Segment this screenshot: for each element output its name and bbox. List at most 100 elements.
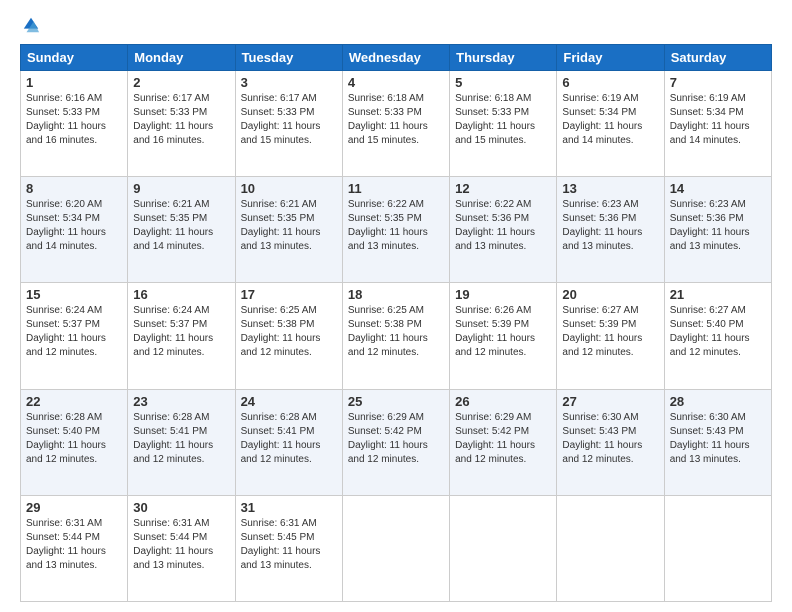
calendar-cell: 25 Sunrise: 6:29 AMSunset: 5:42 PMDayligh… (342, 389, 449, 495)
day-number: 10 (241, 181, 337, 196)
day-number: 4 (348, 75, 444, 90)
day-header-wednesday: Wednesday (342, 45, 449, 71)
logo-icon (22, 16, 40, 34)
day-number: 13 (562, 181, 658, 196)
day-number: 2 (133, 75, 229, 90)
day-info: Sunrise: 6:21 AMSunset: 5:35 PMDaylight:… (241, 198, 337, 254)
header (20, 16, 772, 34)
day-number: 9 (133, 181, 229, 196)
day-number: 26 (455, 394, 551, 409)
calendar-cell: 4 Sunrise: 6:18 AMSunset: 5:33 PMDaylight… (342, 71, 449, 177)
day-info: Sunrise: 6:31 AMSunset: 5:44 PMDaylight:… (133, 517, 229, 573)
day-info: Sunrise: 6:23 AMSunset: 5:36 PMDaylight:… (562, 198, 658, 254)
day-header-tuesday: Tuesday (235, 45, 342, 71)
calendar-cell: 10 Sunrise: 6:21 AMSunset: 5:35 PMDayligh… (235, 177, 342, 283)
calendar-cell: 16 Sunrise: 6:24 AMSunset: 5:37 PMDayligh… (128, 283, 235, 389)
calendar-cell: 11 Sunrise: 6:22 AMSunset: 5:35 PMDayligh… (342, 177, 449, 283)
calendar-cell: 27 Sunrise: 6:30 AMSunset: 5:43 PMDayligh… (557, 389, 664, 495)
calendar-cell: 13 Sunrise: 6:23 AMSunset: 5:36 PMDayligh… (557, 177, 664, 283)
day-number: 19 (455, 287, 551, 302)
day-number: 11 (348, 181, 444, 196)
calendar-cell: 28 Sunrise: 6:30 AMSunset: 5:43 PMDayligh… (664, 389, 771, 495)
day-info: Sunrise: 6:19 AMSunset: 5:34 PMDaylight:… (670, 92, 766, 148)
calendar-cell: 22Sunrise: 6:28 AMSunset: 5:40 PMDayligh… (21, 389, 128, 495)
logo-text (20, 16, 40, 34)
day-info: Sunrise: 6:31 AMSunset: 5:45 PMDaylight:… (241, 517, 337, 573)
calendar-cell (450, 495, 557, 601)
logo (20, 16, 40, 34)
calendar-table: SundayMondayTuesdayWednesdayThursdayFrid… (20, 44, 772, 602)
day-info: Sunrise: 6:18 AMSunset: 5:33 PMDaylight:… (348, 92, 444, 148)
calendar-cell: 24Sunrise: 6:28 AMSunset: 5:41 PMDayligh… (235, 389, 342, 495)
calendar-cell: 3 Sunrise: 6:17 AMSunset: 5:33 PMDaylight… (235, 71, 342, 177)
day-number: 25 (348, 394, 444, 409)
calendar-week-row: 29 Sunrise: 6:31 AMSunset: 5:44 PMDayligh… (21, 495, 772, 601)
calendar-cell: 9 Sunrise: 6:21 AMSunset: 5:35 PMDaylight… (128, 177, 235, 283)
calendar-cell: 18 Sunrise: 6:25 AMSunset: 5:38 PMDayligh… (342, 283, 449, 389)
day-number: 28 (670, 394, 766, 409)
calendar-cell: 30Sunrise: 6:31 AMSunset: 5:44 PMDayligh… (128, 495, 235, 601)
day-number: 5 (455, 75, 551, 90)
day-info: Sunrise: 6:30 AMSunset: 5:43 PMDaylight:… (562, 411, 658, 467)
calendar-cell: 8 Sunrise: 6:20 AMSunset: 5:34 PMDaylight… (21, 177, 128, 283)
calendar-week-row: 15 Sunrise: 6:24 AMSunset: 5:37 PMDayligh… (21, 283, 772, 389)
calendar-cell: 26 Sunrise: 6:29 AMSunset: 5:42 PMDayligh… (450, 389, 557, 495)
calendar-cell: 20Sunrise: 6:27 AMSunset: 5:39 PMDayligh… (557, 283, 664, 389)
calendar-week-row: 22Sunrise: 6:28 AMSunset: 5:40 PMDayligh… (21, 389, 772, 495)
day-number: 29 (26, 500, 122, 515)
calendar-cell: 12 Sunrise: 6:22 AMSunset: 5:36 PMDayligh… (450, 177, 557, 283)
day-info: Sunrise: 6:29 AMSunset: 5:42 PMDaylight:… (348, 411, 444, 467)
calendar-cell: 19 Sunrise: 6:26 AMSunset: 5:39 PMDayligh… (450, 283, 557, 389)
day-number: 23 (133, 394, 229, 409)
day-number: 15 (26, 287, 122, 302)
day-info: Sunrise: 6:28 AMSunset: 5:41 PMDaylight:… (133, 411, 229, 467)
day-info: Sunrise: 6:19 AMSunset: 5:34 PMDaylight:… (562, 92, 658, 148)
day-header-monday: Monday (128, 45, 235, 71)
calendar-cell: 1Sunrise: 6:16 AMSunset: 5:33 PMDaylight… (21, 71, 128, 177)
day-number: 8 (26, 181, 122, 196)
calendar-cell (664, 495, 771, 601)
calendar-cell (342, 495, 449, 601)
day-info: Sunrise: 6:29 AMSunset: 5:42 PMDaylight:… (455, 411, 551, 467)
day-info: Sunrise: 6:17 AMSunset: 5:33 PMDaylight:… (241, 92, 337, 148)
day-info: Sunrise: 6:28 AMSunset: 5:40 PMDaylight:… (26, 411, 122, 467)
day-info: Sunrise: 6:26 AMSunset: 5:39 PMDaylight:… (455, 304, 551, 360)
day-info: Sunrise: 6:27 AMSunset: 5:39 PMDaylight:… (562, 304, 658, 360)
day-info: Sunrise: 6:25 AMSunset: 5:38 PMDaylight:… (348, 304, 444, 360)
calendar-cell (557, 495, 664, 601)
day-info: Sunrise: 6:31 AMSunset: 5:44 PMDaylight:… (26, 517, 122, 573)
day-info: Sunrise: 6:24 AMSunset: 5:37 PMDaylight:… (133, 304, 229, 360)
day-info: Sunrise: 6:23 AMSunset: 5:36 PMDaylight:… (670, 198, 766, 254)
calendar-cell: 23 Sunrise: 6:28 AMSunset: 5:41 PMDayligh… (128, 389, 235, 495)
day-number: 18 (348, 287, 444, 302)
calendar-week-row: 1Sunrise: 6:16 AMSunset: 5:33 PMDaylight… (21, 71, 772, 177)
day-info: Sunrise: 6:30 AMSunset: 5:43 PMDaylight:… (670, 411, 766, 467)
day-info: Sunrise: 6:25 AMSunset: 5:38 PMDaylight:… (241, 304, 337, 360)
calendar-cell: 15 Sunrise: 6:24 AMSunset: 5:37 PMDayligh… (21, 283, 128, 389)
day-number: 6 (562, 75, 658, 90)
day-info: Sunrise: 6:21 AMSunset: 5:35 PMDaylight:… (133, 198, 229, 254)
day-info: Sunrise: 6:22 AMSunset: 5:36 PMDaylight:… (455, 198, 551, 254)
calendar-cell: 7 Sunrise: 6:19 AMSunset: 5:34 PMDaylight… (664, 71, 771, 177)
calendar-cell: 17 Sunrise: 6:25 AMSunset: 5:38 PMDayligh… (235, 283, 342, 389)
calendar-cell: 5 Sunrise: 6:18 AMSunset: 5:33 PMDaylight… (450, 71, 557, 177)
day-number: 3 (241, 75, 337, 90)
calendar-cell: 6 Sunrise: 6:19 AMSunset: 5:34 PMDaylight… (557, 71, 664, 177)
day-info: Sunrise: 6:18 AMSunset: 5:33 PMDaylight:… (455, 92, 551, 148)
day-info: Sunrise: 6:22 AMSunset: 5:35 PMDaylight:… (348, 198, 444, 254)
day-number: 16 (133, 287, 229, 302)
day-info: Sunrise: 6:24 AMSunset: 5:37 PMDaylight:… (26, 304, 122, 360)
day-info: Sunrise: 6:17 AMSunset: 5:33 PMDaylight:… (133, 92, 229, 148)
calendar-cell: 29 Sunrise: 6:31 AMSunset: 5:44 PMDayligh… (21, 495, 128, 601)
day-number: 17 (241, 287, 337, 302)
day-number: 12 (455, 181, 551, 196)
day-number: 27 (562, 394, 658, 409)
day-number: 14 (670, 181, 766, 196)
day-number: 7 (670, 75, 766, 90)
calendar-cell: 21Sunrise: 6:27 AMSunset: 5:40 PMDayligh… (664, 283, 771, 389)
calendar-week-row: 8 Sunrise: 6:20 AMSunset: 5:34 PMDaylight… (21, 177, 772, 283)
day-header-thursday: Thursday (450, 45, 557, 71)
day-info: Sunrise: 6:20 AMSunset: 5:34 PMDaylight:… (26, 198, 122, 254)
day-info: Sunrise: 6:28 AMSunset: 5:41 PMDaylight:… (241, 411, 337, 467)
day-info: Sunrise: 6:16 AMSunset: 5:33 PMDaylight:… (26, 92, 122, 148)
